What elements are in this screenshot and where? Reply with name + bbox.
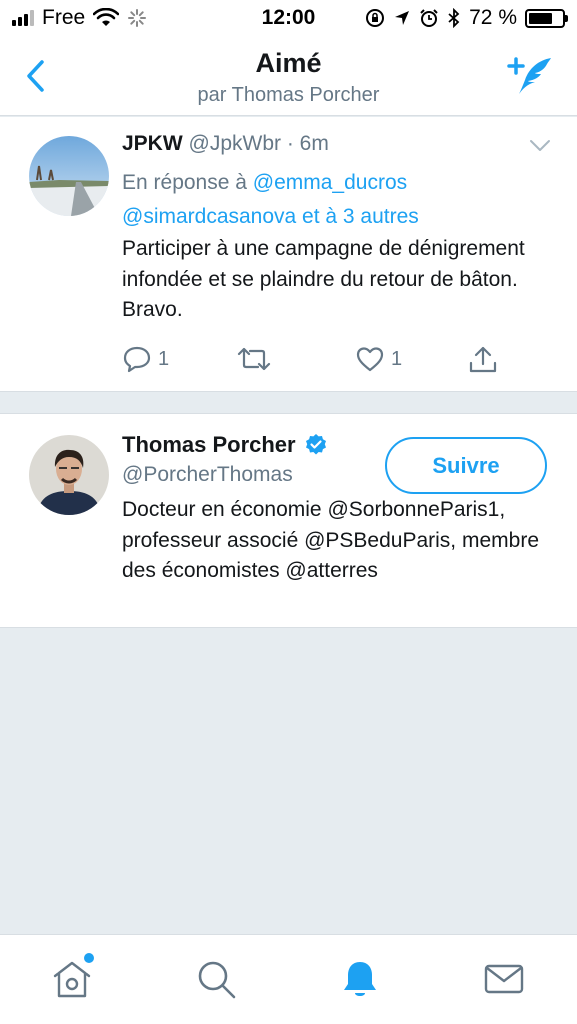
orientation-lock-icon [366,9,385,27]
reply-mention-others[interactable]: @simardcasanova et à 3 autres [122,205,419,228]
tweet-text: Participer à une campagne de dénigrement… [122,237,525,321]
profile-handle: @PorcherThomas [122,463,293,486]
retweet-icon [237,347,271,371]
retweet-button[interactable] [236,345,272,373]
profile-name[interactable]: Thomas Porcher [122,432,296,458]
location-icon [395,11,410,25]
chevron-down-icon[interactable] [529,139,551,153]
tab-search[interactable] [194,957,238,1001]
battery-percent: 72 % [469,6,517,29]
alarm-icon [420,9,438,27]
profile-bio: Docteur en économie @SorbonneParis1, pro… [122,498,539,582]
page-title: Aimé [255,48,322,78]
avatar[interactable] [29,136,109,216]
profile-name-row: Thomas Porcher [122,432,328,458]
tab-messages[interactable] [482,957,526,1001]
messages-icon [484,964,524,994]
reply-button[interactable]: 1 [122,345,169,373]
follow-button[interactable]: Suivre [385,437,547,494]
bluetooth-icon [448,8,460,28]
tab-notifications[interactable] [338,957,382,1001]
share-button[interactable] [468,345,498,375]
reply-count: 1 [158,347,170,370]
verified-badge-icon [305,434,326,455]
reply-mention[interactable]: @emma_ducros [253,171,407,194]
page-subtitle: par Thomas Porcher [197,84,380,106]
like-count: 1 [391,347,403,370]
navigation-bar: Aimé par Thomas Porcher [0,38,577,116]
avatar[interactable] [29,435,109,515]
search-icon [198,961,236,999]
tab-home[interactable] [50,953,94,1001]
reply-prefix: En réponse à [122,171,253,194]
share-icon [469,346,497,373]
status-bar: Free 12:00 72 % [0,0,577,38]
unread-dot [84,953,94,963]
compose-tweet-icon[interactable] [505,54,555,98]
heart-icon [356,347,384,372]
user-card[interactable]: Thomas Porcher @PorcherThomas Suivre Doc… [0,413,577,628]
reply-icon [123,346,151,373]
tweet-actions: 1 1 [122,345,522,379]
tweet-handle-time: @JpkWbr · 6m [188,132,329,155]
home-icon [53,961,91,998]
reply-context: En réponse à @emma_ducros @simardcasanov… [122,166,562,234]
like-button[interactable]: 1 [355,345,402,373]
tweet[interactable]: JPKW @JpkWbr · 6m En réponse à @emma_duc… [0,117,577,392]
notifications-icon [344,962,376,996]
tweet-header: JPKW @JpkWbr · 6m [122,132,329,156]
battery-icon [525,8,568,28]
tab-bar [0,934,577,1024]
tweet-author-name[interactable]: JPKW [122,132,183,155]
